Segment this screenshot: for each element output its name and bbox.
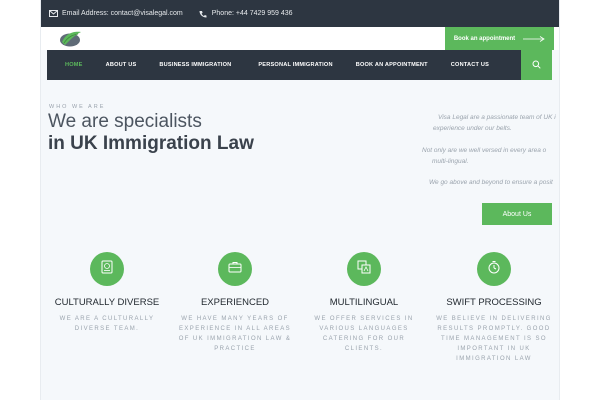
section-eyebrow: WHO WE ARE: [49, 104, 106, 110]
feature-desc-line: OF UK IMMIGRATION LAW &: [178, 336, 292, 342]
feature-description: WE OFFER SERVICES IN VARIOUS LANGUAGES C…: [304, 314, 424, 354]
feature-desc-line: WE HAVE MANY YEARS OF: [181, 316, 289, 322]
phone-link[interactable]: +44 7429 959 436: [236, 10, 293, 17]
book-appointment-label: Book an appointment: [453, 35, 516, 42]
feature-description: WE HAVE MANY YEARS OF EXPERIENCE IN ALL …: [175, 314, 295, 354]
search-icon: [532, 56, 541, 74]
feature-desc-line: WE ARE A CULTURALLY: [59, 316, 155, 322]
feature-desc-line: DIVERSE TEAM.: [74, 326, 140, 332]
hero-title-line2: in UK Immigration Law: [48, 133, 254, 154]
main-nav: HOME ABOUT US BUSINESS IMMIGRATION PERSO…: [47, 50, 523, 80]
intro-paragraph-2: experience under our belts.: [433, 125, 512, 132]
feature-desc-line: CATERING FOR OUR: [322, 336, 406, 342]
intro-paragraph-1: Visa Legal are a passionate team of UK i: [438, 114, 556, 121]
email-link[interactable]: contact@visalegal.com: [111, 10, 183, 17]
feature-desc-line: PRACTICE: [214, 346, 256, 352]
feature-multilingual: MULTILINGUAL WE OFFER SERVICES IN VARIOU…: [304, 252, 424, 354]
email-label: Email Address:: [62, 10, 109, 17]
passport-icon: [99, 259, 115, 280]
feature-desc-line: IMPORTANT IN UK: [457, 346, 531, 352]
feature-icon-circle: [90, 252, 124, 286]
site-logo[interactable]: [57, 30, 83, 48]
feature-icon-circle: [347, 252, 381, 286]
feature-desc-line: WE BELIEVE IN DELIVERING: [436, 316, 552, 322]
feature-icon-circle: [218, 252, 252, 286]
book-appointment-button[interactable]: Book an appointment: [445, 27, 554, 50]
stopwatch-icon: [486, 259, 502, 280]
feature-icon-circle: [477, 252, 511, 286]
feature-swift-processing: SWIFT PROCESSING WE BELIEVE IN DELIVERIN…: [434, 252, 554, 364]
feature-desc-line: RESULTS PROMPTLY. GOOD: [437, 326, 551, 332]
nav-item-about-us[interactable]: ABOUT US: [106, 62, 137, 68]
feature-description: WE ARE A CULTURALLY DIVERSE TEAM.: [47, 314, 167, 334]
hero-title-line1: We are specialists: [48, 111, 202, 132]
nav-item-business-immigration[interactable]: BUSINESS IMMIGRATION: [159, 62, 231, 68]
search-button[interactable]: [521, 50, 552, 80]
nav-item-home[interactable]: HOME: [65, 62, 83, 68]
feature-experienced: EXPERIENCED WE HAVE MANY YEARS OF EXPERI…: [175, 252, 295, 354]
intro-paragraph-5: We go above and beyond to ensure a posit: [429, 179, 553, 186]
feature-title: SWIFT PROCESSING: [446, 297, 542, 308]
intro-paragraph-4: multi-lingual.: [432, 158, 469, 165]
intro-paragraph-3: Not only are we well versed in every are…: [422, 147, 547, 154]
arrow-right-icon: [523, 35, 545, 42]
nav-item-personal-immigration[interactable]: PERSONAL IMMIGRATION: [258, 62, 332, 68]
feature-title: EXPERIENCED: [200, 297, 270, 308]
phone-info: Phone: +44 7429 959 436: [199, 9, 293, 18]
feature-culturally-diverse: CULTURALLY DIVERSE WE ARE A CULTURALLY D…: [47, 252, 167, 334]
translate-icon: [356, 259, 372, 280]
feature-desc-line: VARIOUS LANGUAGES: [319, 326, 409, 332]
feature-desc-line: CLIENTS.: [344, 346, 384, 352]
about-us-button[interactable]: About Us: [482, 203, 552, 225]
nav-item-contact-us[interactable]: CONTACT US: [451, 62, 489, 68]
email-info: Email Address: contact@visalegal.com: [49, 9, 183, 18]
feature-desc-line: EXPERIENCE IN ALL AREAS: [178, 326, 291, 332]
feature-title: CULTURALLY DIVERSE: [54, 297, 160, 308]
phone-icon: [199, 9, 208, 18]
feature-title: MULTILINGUAL: [329, 297, 399, 308]
briefcase-icon: [227, 259, 243, 280]
feature-description: WE BELIEVE IN DELIVERING RESULTS PROMPTL…: [434, 314, 554, 364]
page-frame: Email Address: contact@visalegal.com Pho…: [41, 0, 559, 400]
feature-desc-line: WE OFFER SERVICES IN: [314, 316, 414, 322]
feature-desc-line: TIME MANAGEMENT IS SO: [441, 336, 547, 342]
nav-item-book-an-appointment[interactable]: BOOK AN APPOINTMENT: [356, 62, 428, 68]
phone-label: Phone:: [211, 10, 234, 17]
feature-desc-line: IMMIGRATION LAW: [456, 356, 532, 362]
top-info-bar: Email Address: contact@visalegal.com Pho…: [41, 0, 559, 27]
envelope-icon: [49, 9, 58, 18]
logo-row: Book an appointment: [41, 27, 559, 50]
